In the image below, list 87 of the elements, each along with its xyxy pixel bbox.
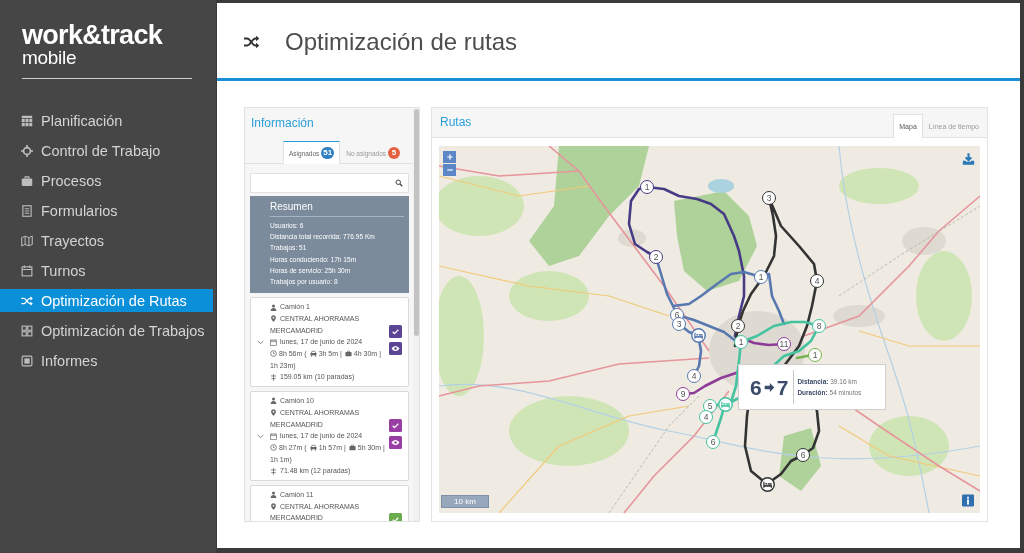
logo-text: work&track bbox=[22, 21, 163, 49]
confirm-button[interactable] bbox=[389, 419, 402, 433]
route-stop-marker[interactable]: 5 bbox=[703, 399, 717, 413]
page-title: Optimización de rutas bbox=[285, 28, 518, 56]
zoom-out-button[interactable] bbox=[443, 164, 456, 176]
sidebar-item[interactable]: Optimización de Trabajos bbox=[0, 319, 213, 342]
map-icon bbox=[21, 234, 33, 247]
route-stop-marker[interactable]: 4 bbox=[810, 274, 824, 288]
sidebar-item[interactable]: Planificación bbox=[0, 109, 213, 132]
road-icon bbox=[270, 467, 277, 475]
briefcase-icon bbox=[21, 174, 33, 187]
briefcase-icon bbox=[348, 444, 356, 452]
pin-icon bbox=[270, 409, 277, 417]
bed-marker-icon[interactable] bbox=[759, 476, 775, 492]
user-icon bbox=[270, 303, 277, 311]
info-icon[interactable] bbox=[962, 494, 974, 507]
route-stop-marker[interactable]: 8 bbox=[812, 319, 826, 333]
car-icon bbox=[309, 444, 317, 452]
newspaper-icon bbox=[21, 354, 33, 367]
town-area bbox=[902, 227, 946, 255]
route-stop-marker[interactable]: 1 bbox=[640, 180, 654, 194]
lake-area bbox=[708, 179, 734, 193]
pin-icon bbox=[270, 315, 277, 323]
chevron-down-icon[interactable] bbox=[257, 340, 264, 346]
summary-title: Resumen bbox=[270, 201, 404, 217]
shuffle-icon bbox=[21, 294, 33, 307]
calendar-icon bbox=[21, 264, 33, 277]
car-icon bbox=[309, 350, 317, 358]
count-badge: 5 bbox=[388, 147, 400, 159]
scrollbar-track[interactable] bbox=[413, 108, 419, 521]
grid-icon bbox=[21, 324, 33, 337]
route-stop-marker[interactable]: 1 bbox=[754, 270, 768, 284]
route-stop-marker[interactable]: 4 bbox=[687, 369, 701, 383]
panel-title: Rutas bbox=[440, 115, 472, 129]
road-icon bbox=[270, 373, 277, 381]
calendar-icon bbox=[270, 432, 277, 440]
pin-icon bbox=[270, 503, 277, 511]
view-button[interactable] bbox=[389, 342, 402, 356]
sidebar-item[interactable]: Turnos bbox=[0, 259, 213, 282]
sidebar-item[interactable]: Procesos bbox=[0, 169, 213, 192]
town-area bbox=[618, 229, 646, 247]
chevron-down-icon[interactable] bbox=[257, 434, 264, 440]
route-stop-marker[interactable]: 9 bbox=[676, 387, 690, 401]
download-icon[interactable] bbox=[962, 152, 975, 166]
search-field[interactable] bbox=[250, 173, 409, 193]
crosshair-icon bbox=[21, 144, 33, 157]
sidebar-item[interactable]: Control de Trabajo bbox=[0, 139, 213, 162]
confirm-button[interactable] bbox=[389, 325, 402, 339]
zoom-in-button[interactable] bbox=[443, 151, 456, 163]
sidebar-item[interactable]: Optimización de Rutas bbox=[0, 289, 213, 312]
view-button[interactable] bbox=[389, 436, 402, 450]
bed-marker-icon[interactable] bbox=[690, 327, 706, 343]
logo-subtitle: mobile bbox=[22, 48, 77, 68]
stop-number: 6 bbox=[750, 376, 762, 398]
scale-bar: 10 km bbox=[441, 495, 489, 508]
search-icon bbox=[395, 179, 403, 187]
user-icon bbox=[270, 491, 277, 499]
calendar-icon bbox=[21, 114, 33, 127]
plus-icon bbox=[445, 153, 454, 161]
route-stop-marker[interactable]: 6 bbox=[706, 435, 720, 449]
arrow-right-icon bbox=[763, 381, 775, 393]
panel-title: Información bbox=[251, 115, 314, 130]
route-stop-marker[interactable]: 4 bbox=[699, 410, 713, 424]
briefcase-icon bbox=[344, 350, 352, 358]
stop-number: 7 bbox=[776, 376, 789, 398]
minus-icon bbox=[445, 166, 454, 174]
count-badge: 51 bbox=[321, 147, 335, 159]
route-stop-marker[interactable]: 1 bbox=[808, 348, 822, 362]
bed-marker-icon[interactable] bbox=[717, 396, 733, 412]
clock-icon bbox=[270, 444, 277, 452]
check-icon bbox=[391, 327, 400, 337]
eye-icon bbox=[391, 438, 400, 448]
clock-icon bbox=[270, 350, 277, 358]
sidebar-item[interactable]: Informes bbox=[0, 349, 213, 372]
calendar-icon bbox=[270, 338, 277, 346]
town-area bbox=[833, 305, 885, 327]
route-stop-marker[interactable]: 3 bbox=[762, 191, 776, 205]
forest-area bbox=[779, 428, 821, 491]
route-stop-marker[interactable]: 3 bbox=[672, 317, 686, 331]
document-icon bbox=[21, 204, 33, 217]
user-icon bbox=[270, 397, 277, 405]
scrollbar-thumb[interactable] bbox=[413, 109, 419, 336]
sidebar-item[interactable]: Formularios bbox=[0, 199, 213, 222]
sidebar-item[interactable]: Trayectos bbox=[0, 229, 213, 252]
eye-icon bbox=[391, 344, 400, 354]
route-stop-marker[interactable]: 2 bbox=[649, 250, 663, 264]
check-icon bbox=[391, 421, 400, 431]
